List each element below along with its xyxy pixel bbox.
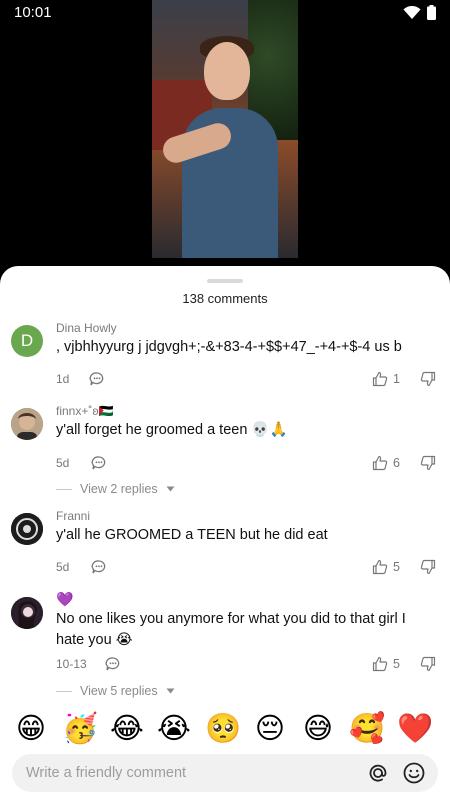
thumbs-up-icon bbox=[372, 656, 388, 672]
reply-icon[interactable] bbox=[91, 559, 107, 580]
comment-text: No one likes you anymore for what you di… bbox=[56, 611, 406, 648]
view-replies-button[interactable]: View 2 replies bbox=[56, 482, 175, 496]
comment-input[interactable] bbox=[26, 754, 356, 792]
dislike-button[interactable] bbox=[420, 371, 436, 392]
username-text: 💜 bbox=[56, 591, 74, 607]
comment-text: y'all he GROOMED a TEEN but he did eat bbox=[56, 527, 328, 543]
emoji-sob[interactable]: 😭 bbox=[157, 711, 191, 745]
comments-sheet: 138 comments D Dina Howly , vjbhhyyurg j… bbox=[0, 266, 450, 800]
like-button[interactable]: 6 bbox=[372, 455, 400, 471]
status-time: 10:01 bbox=[14, 4, 52, 21]
avatar[interactable] bbox=[11, 408, 43, 440]
thumbs-down-icon bbox=[420, 559, 436, 575]
avatar[interactable]: D bbox=[11, 325, 43, 357]
emoji-heart[interactable]: ❤️ bbox=[397, 711, 433, 745]
avatar[interactable] bbox=[11, 513, 43, 545]
avatar[interactable] bbox=[11, 597, 43, 629]
like-button[interactable]: 5 bbox=[372, 559, 400, 575]
comment-username[interactable]: 💜 bbox=[56, 591, 73, 608]
wifi-icon bbox=[403, 5, 421, 25]
thumbs-up-icon bbox=[372, 559, 388, 575]
dislike-button[interactable] bbox=[420, 559, 436, 580]
avatar-letter: D bbox=[20, 331, 34, 350]
comment-username[interactable]: Dina Howly bbox=[56, 321, 117, 335]
thumbs-down-icon bbox=[420, 371, 436, 387]
comment-time: 10-13 bbox=[56, 657, 87, 671]
comment-username[interactable]: Franni bbox=[56, 509, 90, 523]
like-count: 5 bbox=[393, 657, 400, 671]
username-text: finnx+˚ʚ🇵🇸 bbox=[56, 404, 114, 418]
emoji-sweat-smile[interactable]: 😅 bbox=[301, 711, 335, 745]
video-player[interactable] bbox=[152, 0, 298, 258]
like-count: 6 bbox=[393, 456, 400, 470]
emoji-pensive[interactable]: 😔 bbox=[253, 711, 287, 745]
smiley-icon bbox=[403, 762, 425, 784]
at-icon bbox=[369, 764, 387, 782]
username-text: Dina Howly bbox=[56, 321, 117, 335]
thumbs-down-icon bbox=[420, 656, 436, 672]
video-person-head bbox=[204, 42, 250, 100]
comment-time: 5d bbox=[56, 456, 70, 470]
reply-icon[interactable] bbox=[89, 371, 105, 392]
comment-item: finnx+˚ʚ🇵🇸 y'all forget he groomed a tee… bbox=[0, 404, 450, 504]
emoji-party[interactable]: 🥳 bbox=[62, 711, 98, 745]
comment-username[interactable]: finnx+˚ʚ🇵🇸 bbox=[56, 404, 113, 418]
view-replies-label: View 5 replies bbox=[80, 684, 158, 698]
avatar-photo bbox=[11, 408, 43, 440]
dislike-button[interactable] bbox=[420, 656, 436, 677]
view-replies-button[interactable]: View 5 replies bbox=[56, 684, 175, 698]
emoji-smiling-hearts[interactable]: 🥰 bbox=[349, 711, 385, 745]
emoji-joy[interactable]: 😂 bbox=[110, 711, 144, 745]
comment-item: Franni y'all he GROOMED a TEEN but he di… bbox=[0, 509, 450, 579]
like-button[interactable]: 5 bbox=[372, 656, 400, 672]
emoji-pleading[interactable]: 🥺 bbox=[205, 711, 241, 745]
comment-input-bar bbox=[12, 754, 438, 792]
thumbs-up-icon bbox=[372, 371, 388, 387]
comment-time: 1d bbox=[56, 372, 70, 386]
dislike-button[interactable] bbox=[420, 455, 436, 476]
chevron-down-icon bbox=[166, 486, 175, 492]
emoji-quick-bar: 😁 🥳 😂 😭 🥺 😔 😅 🥰 ❤️ bbox=[0, 711, 450, 751]
thumbs-up-icon bbox=[372, 455, 388, 471]
reply-icon[interactable] bbox=[91, 455, 107, 476]
avatar-photo bbox=[11, 597, 43, 629]
comment-item: D Dina Howly , vjbhhyyurg j jdgvgh+;-&+8… bbox=[0, 321, 450, 391]
comment-text: , vjbhhyyurg j jdgvgh+;-&+83-4-+$$+47_-+… bbox=[56, 339, 402, 355]
thumbs-down-icon bbox=[420, 455, 436, 471]
drag-handle[interactable] bbox=[207, 279, 243, 283]
comment-item: 💜 No one likes you anymore for what you … bbox=[0, 591, 450, 703]
like-count: 5 bbox=[393, 560, 400, 574]
divider-line bbox=[56, 488, 72, 490]
divider-line bbox=[56, 690, 72, 692]
status-bar: 10:01 bbox=[0, 0, 450, 26]
like-count: 1 bbox=[393, 372, 400, 386]
status-icons bbox=[403, 5, 436, 25]
battery-icon bbox=[427, 5, 436, 25]
comment-text: y'all forget he groomed a teen 💀🙏 bbox=[56, 422, 288, 438]
view-replies-label: View 2 replies bbox=[80, 482, 158, 496]
like-button[interactable]: 1 bbox=[372, 371, 400, 387]
chevron-down-icon bbox=[166, 688, 175, 694]
comment-time: 5d bbox=[56, 560, 70, 574]
mention-button[interactable] bbox=[366, 761, 390, 785]
reply-icon[interactable] bbox=[105, 656, 121, 677]
emoji-picker-button[interactable] bbox=[402, 761, 426, 785]
emoji-grin[interactable]: 😁 bbox=[14, 711, 48, 745]
comments-count: 138 comments bbox=[182, 291, 268, 306]
username-text: Franni bbox=[56, 509, 91, 523]
avatar-photo bbox=[11, 513, 43, 545]
